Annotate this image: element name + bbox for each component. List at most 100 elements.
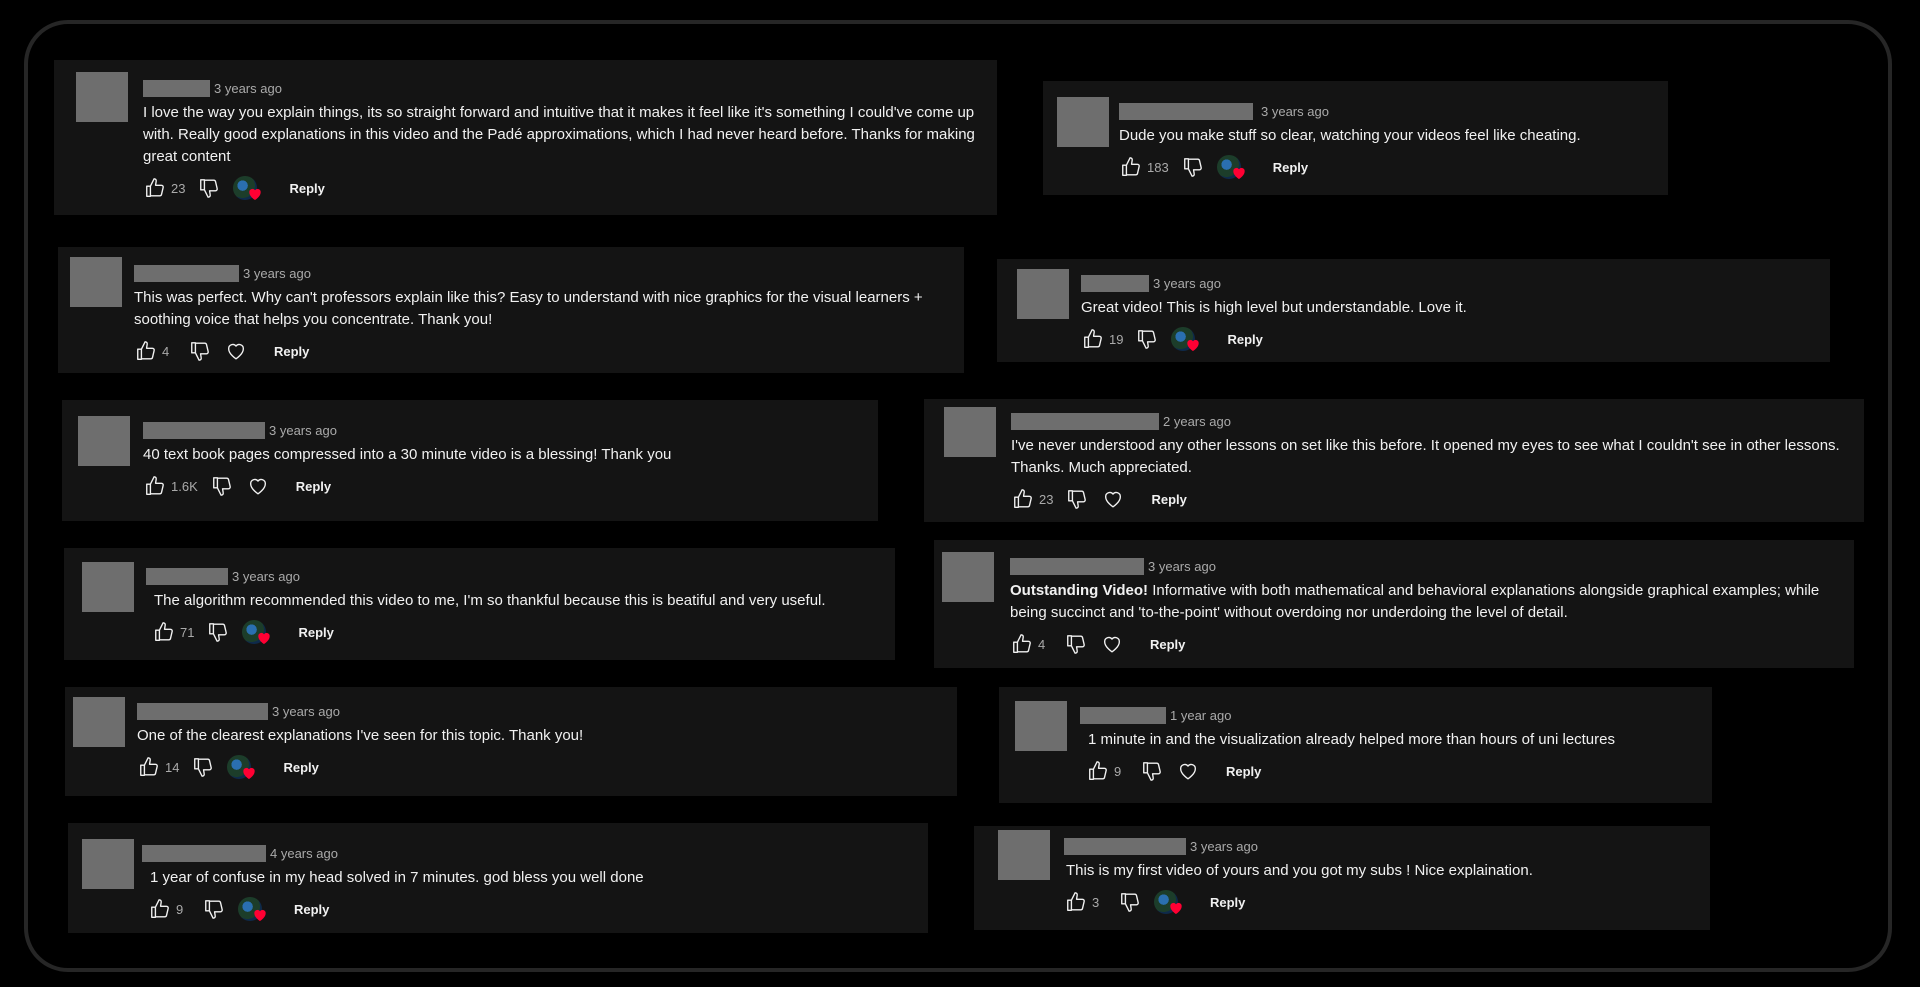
author-name-redacted[interactable] (142, 844, 266, 862)
avatar[interactable] (73, 697, 125, 747)
avatar[interactable] (78, 416, 130, 466)
like-button[interactable] (1081, 327, 1105, 351)
reply-button[interactable]: Reply (283, 760, 318, 775)
dislike-button[interactable] (1140, 759, 1164, 783)
heart-button[interactable] (224, 339, 248, 363)
reply-button[interactable]: Reply (298, 625, 333, 640)
author-name-redacted[interactable] (143, 79, 210, 97)
like-button[interactable] (1119, 155, 1143, 179)
dislike-button[interactable] (206, 620, 230, 644)
heart-button[interactable] (1101, 487, 1125, 511)
reply-button[interactable]: Reply (1227, 332, 1262, 347)
comment-timestamp[interactable]: 3 years ago (1190, 839, 1258, 854)
author-name-redacted[interactable] (1119, 102, 1253, 120)
like-button[interactable] (134, 339, 158, 363)
like-count: 9 (176, 901, 184, 917)
heart-button[interactable] (1100, 632, 1124, 656)
like-button[interactable] (137, 755, 161, 779)
dislike-button[interactable] (210, 474, 234, 498)
comment-timestamp[interactable]: 3 years ago (1153, 276, 1221, 291)
dislike-button[interactable] (188, 339, 212, 363)
dislike-button[interactable] (1118, 890, 1142, 914)
comment-card: 3 years ago Dude you make stuff so clear… (1043, 81, 1668, 195)
author-name-redacted[interactable] (146, 567, 228, 585)
reply-button[interactable]: Reply (289, 181, 324, 196)
avatar[interactable] (70, 257, 122, 307)
like-button[interactable] (152, 620, 176, 644)
reply-button[interactable]: Reply (1226, 764, 1261, 779)
author-name-redacted[interactable] (1081, 274, 1149, 292)
avatar[interactable] (1015, 701, 1067, 751)
comment-timestamp[interactable]: 3 years ago (232, 569, 300, 584)
thumb-down-icon (198, 177, 220, 199)
author-name-redacted[interactable] (1064, 837, 1186, 855)
comment-timestamp[interactable]: 4 years ago (270, 846, 338, 861)
like-button[interactable] (1010, 632, 1034, 656)
avatar[interactable] (82, 562, 134, 612)
creator-heart-badge (1154, 890, 1184, 914)
like-button[interactable] (1086, 759, 1110, 783)
comment-timestamp[interactable]: 3 years ago (272, 704, 340, 719)
reply-button[interactable]: Reply (1210, 895, 1245, 910)
author-name-redacted[interactable] (1080, 706, 1166, 724)
author-name-redacted[interactable] (137, 702, 268, 720)
reply-button[interactable]: Reply (294, 902, 329, 917)
heart-icon (241, 765, 257, 781)
thumb-up-icon (135, 340, 157, 362)
thumb-up-icon (1011, 633, 1033, 655)
avatar[interactable] (1057, 97, 1109, 147)
author-name-redacted[interactable] (134, 264, 239, 282)
reply-button[interactable]: Reply (274, 344, 309, 359)
thumb-down-icon (189, 340, 211, 362)
like-button[interactable] (143, 176, 167, 200)
reply-button[interactable]: Reply (296, 479, 331, 494)
comment-card: 1 year ago 1 minute in and the visualiza… (999, 687, 1712, 803)
reply-button[interactable]: Reply (1273, 160, 1308, 175)
comment-timestamp[interactable]: 1 year ago (1170, 708, 1231, 723)
comment-text: Great video! This is high level but unde… (1081, 299, 1467, 316)
creator-heart-badge (233, 176, 263, 200)
thumb-up-icon (149, 898, 171, 920)
avatar[interactable] (942, 552, 994, 602)
author-name-redacted[interactable] (1010, 557, 1144, 575)
thumb-up-icon (1012, 488, 1034, 510)
comment-timestamp[interactable]: 3 years ago (269, 423, 337, 438)
comment-timestamp[interactable]: 3 years ago (1261, 104, 1329, 119)
reply-button[interactable]: Reply (1151, 492, 1186, 507)
comment-text-bold: Outstanding Video! (1010, 582, 1149, 599)
comment-text: Outstanding Video! Informative with both… (1010, 580, 1836, 624)
like-button[interactable] (148, 897, 172, 921)
like-button[interactable] (1064, 890, 1088, 914)
author-name-redacted[interactable] (143, 421, 265, 439)
dislike-button[interactable] (202, 897, 226, 921)
author-name-redacted[interactable] (1011, 412, 1159, 430)
heart-button[interactable] (246, 474, 270, 498)
dislike-button[interactable] (191, 755, 215, 779)
like-button[interactable] (1011, 487, 1035, 511)
heart-button[interactable] (1176, 759, 1200, 783)
heart-icon (1168, 900, 1184, 916)
avatar[interactable] (998, 830, 1050, 880)
avatar[interactable] (76, 72, 128, 122)
reply-button[interactable]: Reply (1150, 637, 1185, 652)
avatar[interactable] (944, 407, 996, 457)
thumb-up-icon (1065, 891, 1087, 913)
avatar[interactable] (1017, 269, 1069, 319)
comment-timestamp[interactable]: 3 years ago (214, 81, 282, 96)
comment-timestamp[interactable]: 3 years ago (243, 266, 311, 281)
thumb-up-icon (144, 177, 166, 199)
thumb-up-icon (153, 621, 175, 643)
comment-card: 3 years ago This was perfect. Why can't … (58, 247, 964, 373)
comment-text: This is my first video of yours and you … (1066, 862, 1533, 879)
dislike-button[interactable] (1064, 632, 1088, 656)
dislike-button[interactable] (197, 176, 221, 200)
comment-timestamp[interactable]: 3 years ago (1148, 559, 1216, 574)
dislike-button[interactable] (1065, 487, 1089, 511)
like-button[interactable] (143, 474, 167, 498)
comment-timestamp[interactable]: 2 years ago (1163, 414, 1231, 429)
dislike-button[interactable] (1135, 327, 1159, 351)
creator-heart-badge (1171, 327, 1201, 351)
avatar[interactable] (82, 839, 134, 889)
dislike-button[interactable] (1181, 155, 1205, 179)
creator-heart-badge (238, 897, 268, 921)
